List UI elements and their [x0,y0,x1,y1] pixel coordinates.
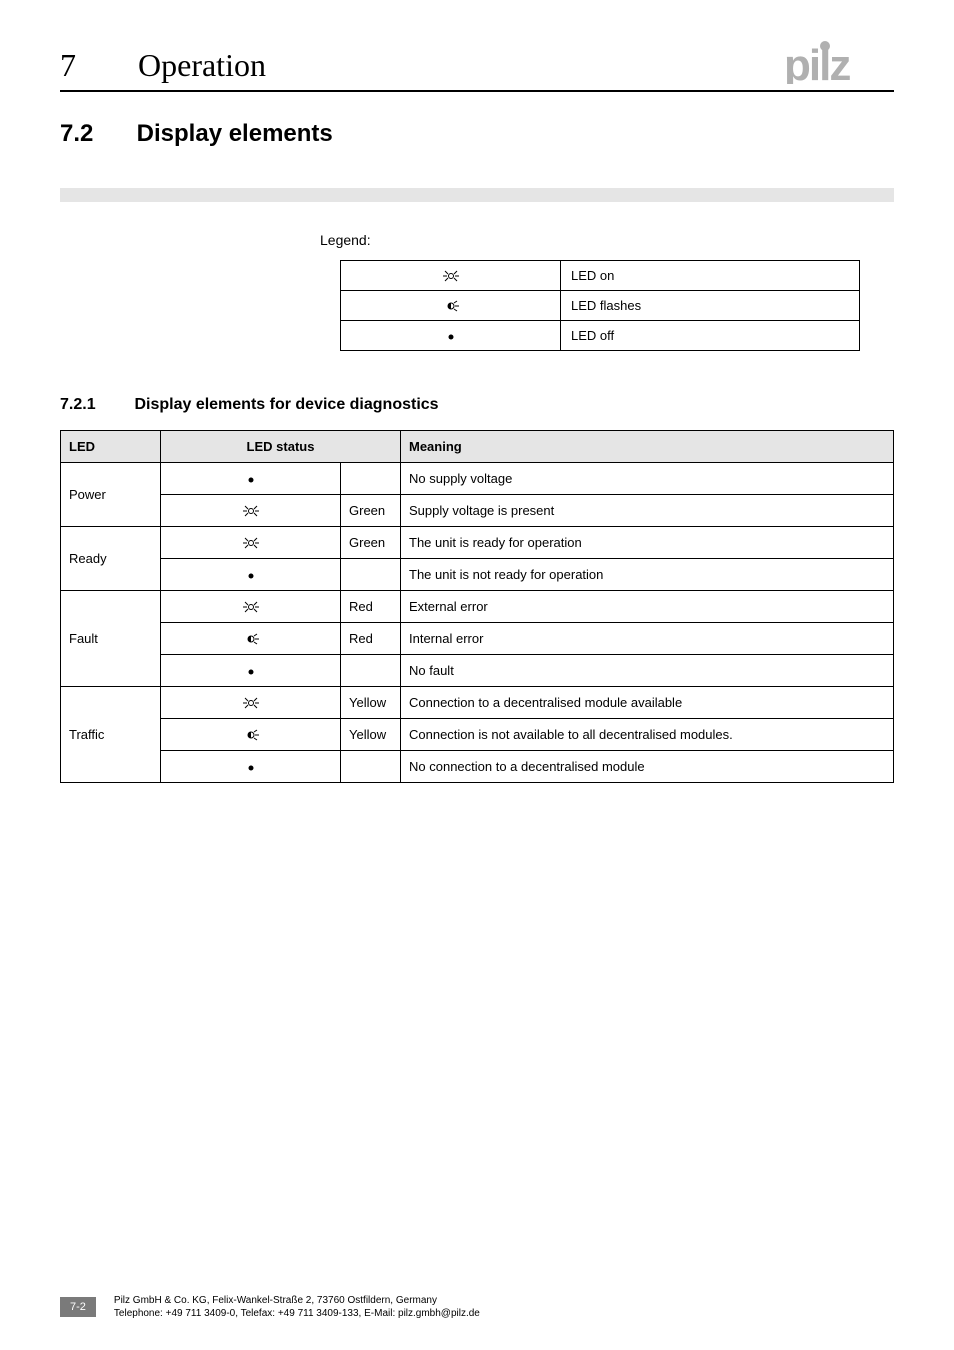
page-number: 7-2 [60,1297,96,1317]
led-color: Green [341,527,401,559]
table-row: The unit is not ready for operation [61,559,894,591]
chapter-title: Operation [138,47,266,83]
legend-desc: LED flashes [561,291,860,321]
led-meaning: The unit is ready for operation [401,527,894,559]
led-off-icon [161,751,341,783]
legend-row: LED off [341,321,860,351]
th-led: LED [61,431,161,463]
led-meaning: No connection to a decentralised module [401,751,894,783]
footer-line2: Telephone: +49 711 3409-0, Telefax: +49 … [114,1307,480,1320]
led-meaning: No fault [401,655,894,687]
led-meaning: Internal error [401,623,894,655]
led-color [341,559,401,591]
led-name: Fault [61,591,161,687]
section-heading: 7.2 Display elements [60,120,894,148]
subsection-heading: 7.2.1 Display elements for device diagno… [60,396,894,414]
led-flash-icon [161,719,341,751]
section-number: 7.2 [60,120,130,148]
led-color: Yellow [341,687,401,719]
subsection-title: Display elements for device diagnostics [134,396,438,413]
table-row: Green Supply voltage is present [61,495,894,527]
svg-text:pilz: pilz [784,41,850,84]
led-name: Traffic [61,687,161,783]
table-row: No connection to a decentralised module [61,751,894,783]
divider-bar [60,188,894,202]
led-name: Power [61,463,161,527]
led-color: Green [341,495,401,527]
led-color: Red [341,623,401,655]
led-meaning: External error [401,591,894,623]
legend-table: LED on LED flashes LED off [340,260,860,351]
led-color: Red [341,591,401,623]
table-row: No fault [61,655,894,687]
table-header-row: LED LED status Meaning [61,431,894,463]
legend-row: LED on [341,261,860,291]
pilz-logo: pilz [784,40,894,84]
section-title: Display elements [137,120,333,147]
led-meaning: Connection to a decentralised module ava… [401,687,894,719]
led-on-icon [161,591,341,623]
led-name: Ready [61,527,161,591]
led-off-icon [161,463,341,495]
legend-label: Legend: [320,232,894,248]
led-flash-icon [161,623,341,655]
led-meaning: Connection is not available to all decen… [401,719,894,751]
led-meaning: Supply voltage is present [401,495,894,527]
led-off-icon [161,559,341,591]
led-color [341,655,401,687]
led-color [341,751,401,783]
table-row: Yellow Connection is not available to al… [61,719,894,751]
page-header: 7 Operation pilz [60,40,894,92]
th-status: LED status [161,431,401,463]
led-off-icon [161,655,341,687]
table-row: Traffic Yellow Connection to a decentral… [61,687,894,719]
th-meaning: Meaning [401,431,894,463]
legend-row: LED flashes [341,291,860,321]
page-footer: 7-2 Pilz GmbH & Co. KG, Felix-Wankel-Str… [0,1294,954,1320]
led-flash-icon [341,291,561,321]
legend-desc: LED on [561,261,860,291]
led-color: Yellow [341,719,401,751]
led-on-icon [161,495,341,527]
led-meaning: No supply voltage [401,463,894,495]
diagnostics-table: LED LED status Meaning Power No supply v… [60,430,894,783]
chapter-number: 7 [60,47,130,84]
chapter-heading: 7 Operation [60,47,266,84]
subsection-number: 7.2.1 [60,396,130,414]
led-on-icon [161,527,341,559]
footer-line1: Pilz GmbH & Co. KG, Felix-Wankel-Straße … [114,1294,480,1307]
led-color [341,463,401,495]
led-on-icon [161,687,341,719]
led-meaning: The unit is not ready for operation [401,559,894,591]
table-row: Ready Green The unit is ready for operat… [61,527,894,559]
legend-desc: LED off [561,321,860,351]
table-row: Red Internal error [61,623,894,655]
table-row: Power No supply voltage [61,463,894,495]
footer-text: Pilz GmbH & Co. KG, Felix-Wankel-Straße … [114,1294,480,1320]
led-off-icon [341,321,561,351]
led-on-icon [341,261,561,291]
table-row: Fault Red External error [61,591,894,623]
